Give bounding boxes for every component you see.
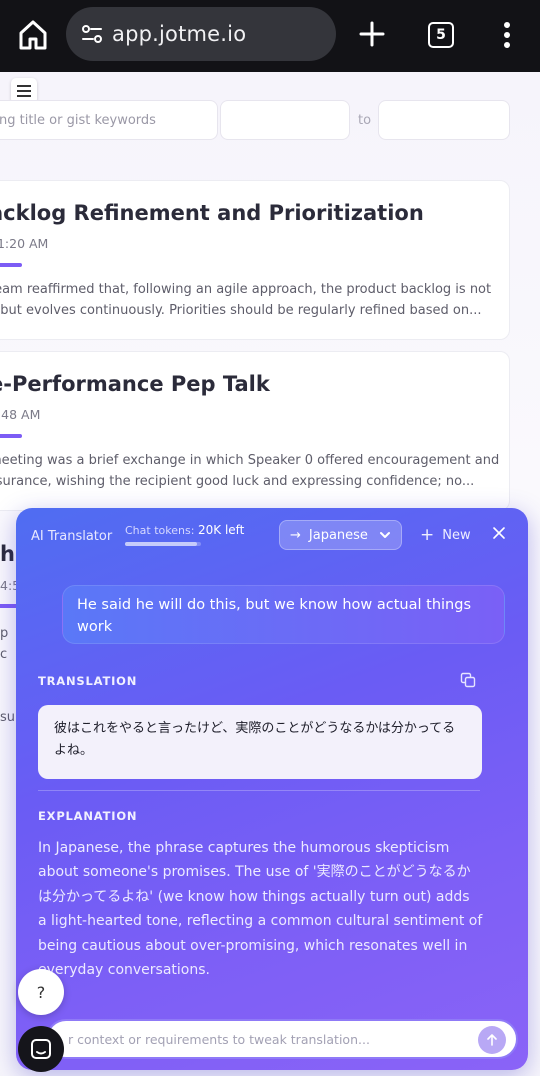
translation-heading: TRANSLATION bbox=[38, 674, 138, 688]
chat-icon bbox=[31, 1039, 51, 1059]
url-text: app.jotme.io bbox=[112, 22, 247, 46]
tokens-progress bbox=[125, 542, 201, 546]
copy-icon[interactable] bbox=[460, 672, 476, 688]
new-tab-icon[interactable] bbox=[358, 20, 386, 48]
explanation-heading: EXPLANATION bbox=[38, 809, 138, 823]
search-input[interactable]: ng title or gist keywords bbox=[0, 100, 218, 140]
tokens-value: 20K left bbox=[198, 523, 245, 537]
gist-fragment: p bbox=[0, 626, 9, 641]
meeting-title: h bbox=[0, 542, 15, 566]
tab-switcher-button[interactable]: 5 bbox=[428, 22, 454, 48]
more-vertical-icon[interactable] bbox=[496, 20, 518, 50]
explanation-line: a light-hearted tone, reflecting a commo… bbox=[38, 913, 483, 930]
meeting-time: 11:20 AM bbox=[0, 236, 49, 251]
meeting-time: 7:48 AM bbox=[0, 407, 41, 422]
arrow-up-icon bbox=[487, 1034, 497, 1046]
source-message-bubble: He said he will do this, but we know how… bbox=[62, 585, 505, 644]
language-select[interactable]: → Japanese bbox=[279, 520, 402, 550]
ai-translator-panel: AI Translator Chat tokens: 20K left → Ja… bbox=[16, 508, 528, 1070]
date-to-input[interactable] bbox=[378, 100, 510, 140]
plus-icon: + bbox=[420, 525, 435, 545]
home-icon[interactable] bbox=[16, 18, 50, 52]
tokens-progress-fill bbox=[125, 542, 198, 546]
meeting-gist: team reaffirmed that, following an agile… bbox=[0, 279, 492, 321]
new-chat-label: New bbox=[442, 528, 471, 543]
close-icon[interactable] bbox=[492, 526, 506, 540]
address-bar[interactable]: app.jotme.io bbox=[66, 7, 336, 61]
site-settings-icon[interactable] bbox=[80, 22, 104, 46]
meeting-card[interactable]: e-Performance Pep Talk 7:48 AM meeting w… bbox=[0, 351, 510, 511]
explanation-line: In Japanese, the phrase captures the hum… bbox=[38, 840, 450, 856]
chevron-down-icon bbox=[380, 532, 390, 538]
meeting-title: acklog Refinement and Prioritization bbox=[0, 201, 424, 225]
panel-title: AI Translator bbox=[31, 529, 113, 544]
card-accent-bar bbox=[0, 263, 22, 267]
send-button[interactable] bbox=[478, 1026, 506, 1054]
date-separator: to bbox=[358, 113, 372, 128]
tokens-label: Chat tokens: bbox=[125, 524, 195, 537]
explanation-line: は分かってるよね' (we know how things actually t… bbox=[38, 888, 470, 905]
hamburger-menu-icon bbox=[17, 85, 31, 97]
tweak-input-container bbox=[46, 1019, 518, 1059]
gist-line: ssurance, wishing the recipient good luc… bbox=[0, 474, 475, 489]
gist-fragment: c bbox=[0, 647, 8, 662]
explanation-line: everyday conversations. bbox=[38, 962, 210, 979]
arrow-right-icon: → bbox=[290, 527, 301, 543]
translation-output: 彼はこれをやると言ったけど、実際のことがどうなるかは分かってるよね。 bbox=[38, 705, 482, 779]
card-accent-bar bbox=[0, 434, 22, 438]
meeting-card[interactable]: acklog Refinement and Prioritization 11:… bbox=[0, 180, 510, 340]
explanation-line: about someone's promises. The use of '実際… bbox=[38, 864, 471, 881]
explanation-line: being cautious about over-promising, whi… bbox=[38, 937, 468, 954]
tweak-translation-input[interactable] bbox=[68, 1031, 468, 1047]
help-button[interactable]: ? bbox=[18, 969, 64, 1015]
gist-line: c but evolves continuously. Priorities s… bbox=[0, 303, 482, 318]
new-chat-button[interactable]: + New bbox=[420, 527, 471, 544]
language-value: Japanese bbox=[308, 527, 368, 543]
meeting-gist: meeting was a brief exchange in which Sp… bbox=[0, 450, 500, 492]
date-from-input[interactable] bbox=[220, 100, 350, 140]
browser-toolbar: app.jotme.io 5 bbox=[0, 0, 540, 72]
gist-line: team reaffirmed that, following an agile… bbox=[0, 282, 492, 297]
section-divider bbox=[38, 790, 480, 791]
gist-line: meeting was a brief exchange in which Sp… bbox=[0, 453, 500, 468]
chat-widget-button[interactable] bbox=[18, 1026, 64, 1072]
explanation-text: In Japanese, the phrase captures the hum… bbox=[38, 836, 484, 982]
search-placeholder: ng title or gist keywords bbox=[0, 112, 156, 128]
meeting-title: e-Performance Pep Talk bbox=[0, 372, 270, 396]
